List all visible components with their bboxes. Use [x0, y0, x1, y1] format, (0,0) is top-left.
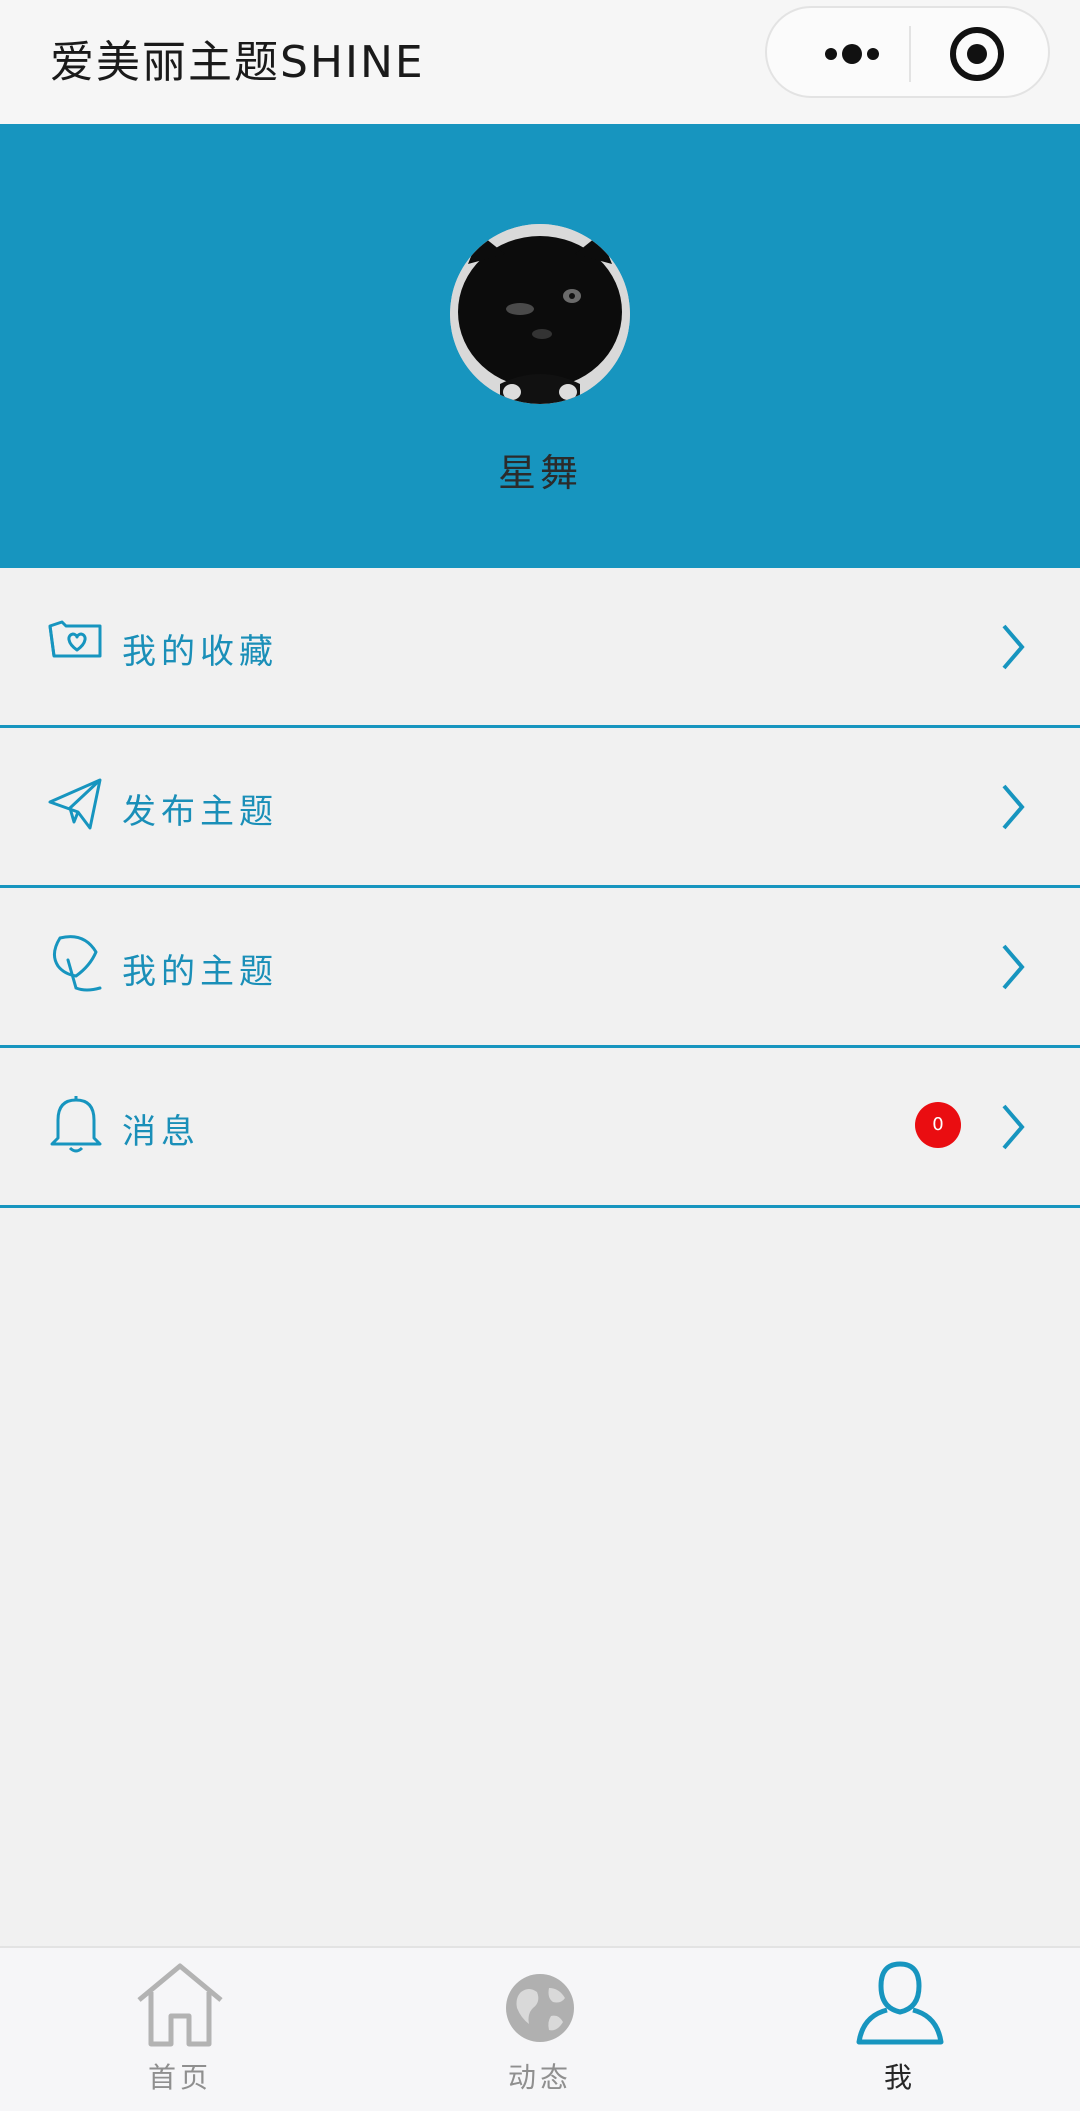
tab-moments[interactable]: 动态 — [360, 1948, 720, 2111]
mini-program-capsule — [765, 6, 1050, 98]
menu-item-favorites[interactable]: 我的收藏 — [0, 568, 1080, 728]
chevron-right-icon — [998, 1102, 1028, 1152]
menu-label-favorites: 我的收藏 — [122, 632, 278, 672]
bottom-tabbar: 首页 动态 我 — [0, 1946, 1080, 2111]
bell-icon — [46, 1092, 106, 1156]
menu-item-publish-theme[interactable]: 发布主题 — [0, 728, 1080, 888]
home-icon — [133, 1958, 227, 2052]
chevron-right-icon — [998, 782, 1028, 832]
favorites-folder-heart-icon — [46, 612, 106, 676]
feather-quill-icon — [46, 932, 106, 996]
more-dots-icon[interactable] — [807, 28, 897, 80]
menu-label-my-themes: 我的主题 — [122, 952, 278, 992]
user-icon — [853, 1958, 947, 2052]
globe-icon — [493, 1958, 587, 2052]
profile-menu: 我的收藏 发布主题 我的主题 消息 0 — [0, 568, 1080, 1208]
paper-plane-icon — [46, 772, 106, 836]
target-close-icon[interactable] — [947, 24, 1007, 84]
chevron-right-icon — [998, 622, 1028, 672]
username: 星舞 — [497, 451, 582, 495]
page-title: 爱美丽主题SHINE — [50, 37, 425, 88]
avatar[interactable] — [450, 224, 630, 404]
menu-label-messages: 消息 — [122, 1112, 200, 1152]
tab-home[interactable]: 首页 — [0, 1948, 360, 2111]
tab-label-me: 我 — [883, 2061, 916, 2094]
menu-item-messages[interactable]: 消息 0 — [0, 1048, 1080, 1208]
top-navbar: 爱美丽主题SHINE — [0, 0, 1080, 124]
menu-label-publish-theme: 发布主题 — [122, 792, 278, 832]
tab-label-home: 首页 — [147, 2061, 212, 2094]
tab-label-moments: 动态 — [507, 2061, 572, 2094]
menu-item-my-themes[interactable]: 我的主题 — [0, 888, 1080, 1048]
tab-me[interactable]: 我 — [720, 1948, 1080, 2111]
capsule-divider — [909, 26, 911, 82]
profile-header: 星舞 — [0, 124, 1080, 568]
message-count-badge: 0 — [915, 1102, 961, 1148]
chevron-right-icon — [998, 942, 1028, 992]
